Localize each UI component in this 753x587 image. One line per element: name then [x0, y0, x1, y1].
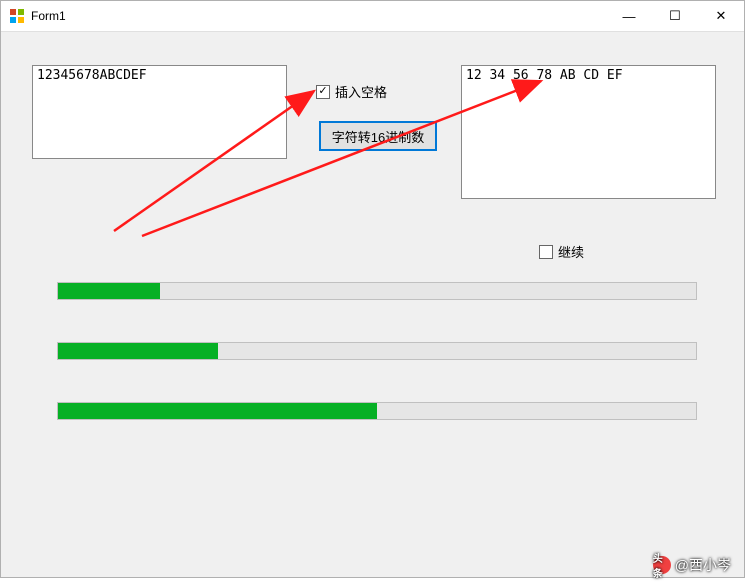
convert-button-label: 字符转16进制数 [332, 127, 424, 146]
output-text: 12 34 56 78 AB CD EF [466, 68, 623, 83]
progress-fill-1 [58, 283, 160, 299]
progress-bar-2 [57, 342, 697, 360]
insert-space-checkbox[interactable]: ✓ 插入空格 [316, 82, 387, 101]
close-button[interactable]: ✕ [698, 1, 744, 31]
form-window: Form1 — ☐ ✕ 12345678ABCDEF 12 34 56 78 A… [0, 0, 745, 578]
checkbox-icon: ✓ [316, 85, 330, 99]
window-title: Form1 [31, 9, 606, 23]
minimize-button[interactable]: — [606, 1, 652, 31]
progress-fill-2 [58, 343, 218, 359]
progress-bar-1 [57, 282, 697, 300]
continue-label: 继续 [558, 242, 584, 261]
maximize-button[interactable]: ☐ [652, 1, 698, 31]
continue-checkbox[interactable]: 继续 [539, 242, 584, 261]
convert-button[interactable]: 字符转16进制数 [319, 121, 437, 151]
input-textbox[interactable]: 12345678ABCDEF [32, 65, 287, 159]
progress-fill-3 [58, 403, 377, 419]
progress-bar-3 [57, 402, 697, 420]
input-text: 12345678ABCDEF [37, 68, 147, 83]
checkbox-icon [539, 245, 553, 259]
client-area: 12345678ABCDEF 12 34 56 78 AB CD EF ✓ 插入… [1, 32, 744, 577]
titlebar[interactable]: Form1 — ☐ ✕ [1, 1, 744, 32]
output-textbox[interactable]: 12 34 56 78 AB CD EF [461, 65, 716, 199]
app-icon [9, 8, 25, 24]
insert-space-label: 插入空格 [335, 82, 387, 101]
window-controls: — ☐ ✕ [606, 1, 744, 31]
